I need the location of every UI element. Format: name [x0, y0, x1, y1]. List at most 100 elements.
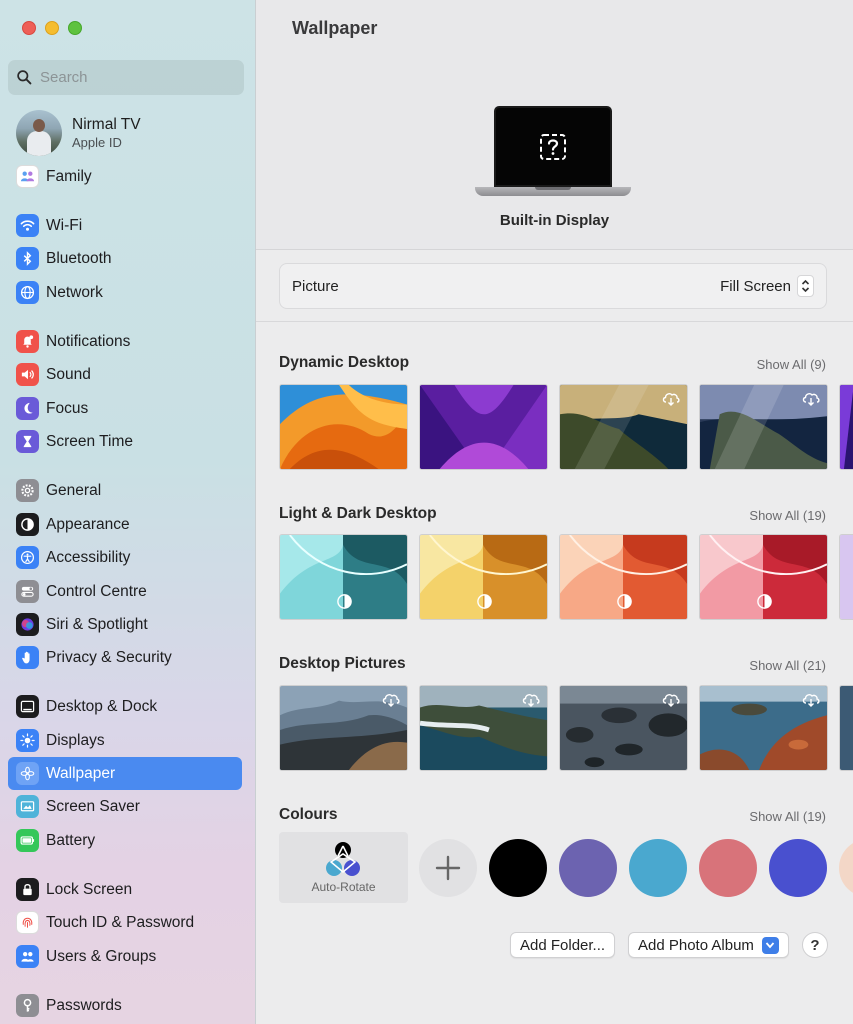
sidebar-item-accessibility[interactable]: Accessibility	[8, 541, 242, 574]
add-photo-album-label: Add Photo Album	[638, 936, 754, 954]
sidebar-item-control-centre[interactable]: Control Centre	[8, 575, 242, 608]
sidebar-item-focus[interactable]: Focus	[8, 392, 242, 425]
sidebar-item-label: Focus	[46, 399, 89, 417]
minimize-button[interactable]	[45, 21, 59, 35]
sidebar-item-label: Privacy & Security	[46, 648, 172, 666]
sidebar-item-privacy-security[interactable]: Privacy & Security	[8, 641, 242, 674]
brightness-icon	[16, 729, 39, 752]
zoom-button[interactable]	[68, 21, 82, 35]
sidebar-item-screen-time[interactable]: Screen Time	[8, 425, 242, 458]
wallpaper-thumbnail[interactable]	[699, 534, 828, 620]
show-all-light-dark-desktop[interactable]: Show All (19)	[749, 508, 826, 523]
wallpaper-thumbnail[interactable]	[559, 384, 688, 470]
display-preview[interactable]	[475, 106, 631, 198]
chevron-down-icon[interactable]	[761, 936, 779, 954]
sidebar-item-siri-spotlight[interactable]: Siri & Spotlight	[8, 608, 242, 641]
wallpaper-thumbnail[interactable]	[699, 685, 828, 771]
wallpaper-thumbnail[interactable]	[559, 534, 688, 620]
family-icon	[16, 165, 39, 188]
screensaver-icon	[16, 795, 39, 818]
add-folder-button[interactable]: Add Folder...	[510, 932, 616, 958]
moon-icon	[16, 397, 39, 420]
lock-icon	[16, 878, 39, 901]
dock-icon	[16, 695, 39, 718]
plus-icon	[435, 855, 461, 881]
sidebar-item-desktop-dock[interactable]: Desktop & Dock	[8, 690, 242, 723]
wallpaper-thumbnail[interactable]	[839, 534, 853, 620]
sidebar-item-label: Touch ID & Password	[46, 913, 195, 931]
sidebar-item-users-groups[interactable]: Users & Groups	[8, 940, 242, 973]
sidebar-item-bluetooth[interactable]: Bluetooth	[8, 242, 242, 275]
sidebar-item-screen-saver[interactable]: Screen Saver	[8, 790, 242, 823]
sidebar-item-label: Network	[46, 283, 103, 301]
divider	[256, 321, 853, 322]
add-photo-album-button[interactable]: Add Photo Album	[628, 932, 789, 958]
colour-swatch[interactable]	[839, 839, 853, 897]
wallpaper-thumbnail[interactable]	[839, 685, 853, 771]
close-button[interactable]	[22, 21, 36, 35]
battery-icon	[16, 829, 39, 852]
sidebar-item-label: General	[46, 481, 102, 499]
picture-label: Picture	[292, 277, 339, 295]
search-field[interactable]	[8, 60, 244, 95]
section-title-colours: Colours	[279, 806, 338, 823]
sidebar-item-network[interactable]: Network	[8, 276, 242, 309]
picture-mode-row[interactable]: Picture Fill Screen	[279, 263, 827, 309]
picture-mode-value[interactable]: Fill Screen	[720, 278, 791, 295]
sidebar-item-battery[interactable]: Battery	[8, 824, 242, 857]
sidebar-item-wi-fi[interactable]: Wi-Fi	[8, 209, 242, 242]
cloud-download-icon	[802, 393, 820, 406]
sidebar-item-label: Accessibility	[46, 548, 131, 566]
help-button[interactable]: ?	[802, 932, 828, 958]
auto-rotate-icon	[326, 842, 360, 876]
sidebar-item-family[interactable]: Family	[8, 160, 242, 193]
sidebar-item-touch-id-password[interactable]: Touch ID & Password	[8, 906, 242, 939]
bell-icon	[16, 330, 39, 353]
wallpaper-thumbnail[interactable]	[279, 685, 408, 771]
colour-swatch[interactable]	[769, 839, 827, 897]
hourglass-icon	[16, 430, 39, 453]
show-all-dynamic-desktop[interactable]: Show All (9)	[757, 357, 826, 372]
cloud-download-icon	[522, 694, 540, 707]
apple-id-account[interactable]: Nirmal TV Apple ID	[16, 110, 141, 156]
updown-chevron-icon[interactable]	[797, 275, 814, 297]
colour-swatch[interactable]	[559, 839, 617, 897]
wallpaper-thumbnail[interactable]	[419, 534, 548, 620]
sidebar-item-notifications[interactable]: Notifications	[8, 325, 242, 358]
cloud-download-icon	[662, 694, 680, 707]
flower-icon	[16, 762, 39, 785]
sidebar-item-wallpaper[interactable]: Wallpaper	[8, 757, 242, 790]
dynamic-desktop-row	[279, 384, 853, 470]
colour-swatch[interactable]	[489, 839, 547, 897]
colour-swatch[interactable]	[699, 839, 757, 897]
sidebar: Nirmal TV Apple ID Family Wi-Fi Bluetooth N…	[0, 0, 256, 1024]
section-title-desktop-pictures: Desktop Pictures	[279, 655, 406, 672]
appearance-icon	[16, 513, 39, 536]
auto-rotate-tile[interactable]: Auto-Rotate	[279, 832, 408, 903]
wallpaper-thumbnail[interactable]	[839, 384, 853, 470]
wallpaper-thumbnail[interactable]	[419, 685, 548, 771]
show-all-colours[interactable]: Show All (19)	[749, 809, 826, 824]
sidebar-item-displays[interactable]: Displays	[8, 724, 242, 757]
page-title: Wallpaper	[292, 18, 378, 38]
hand-icon	[16, 646, 39, 669]
cloud-download-icon	[802, 694, 820, 707]
sidebar-item-label: Battery	[46, 831, 96, 849]
sidebar-item-general[interactable]: General	[8, 474, 242, 507]
sidebar-item-lock-screen[interactable]: Lock Screen	[8, 873, 242, 906]
section-title-dynamic-desktop: Dynamic Desktop	[279, 354, 410, 371]
display-name: Built-in Display	[499, 212, 610, 229]
search-input[interactable]	[40, 69, 230, 86]
wallpaper-thumbnail[interactable]	[279, 534, 408, 620]
wallpaper-thumbnail[interactable]	[279, 384, 408, 470]
sidebar-item-passwords[interactable]: Passwords	[8, 989, 242, 1022]
wallpaper-thumbnail[interactable]	[419, 384, 548, 470]
add-colour-button[interactable]	[419, 839, 477, 897]
colour-swatch[interactable]	[629, 839, 687, 897]
show-all-desktop-pictures[interactable]: Show All (21)	[749, 658, 826, 673]
sidebar-item-label: Siri & Spotlight	[46, 615, 148, 633]
wallpaper-thumbnail[interactable]	[699, 384, 828, 470]
sidebar-item-sound[interactable]: Sound	[8, 358, 242, 391]
sidebar-item-appearance[interactable]: Appearance	[8, 508, 242, 541]
wallpaper-thumbnail[interactable]	[559, 685, 688, 771]
